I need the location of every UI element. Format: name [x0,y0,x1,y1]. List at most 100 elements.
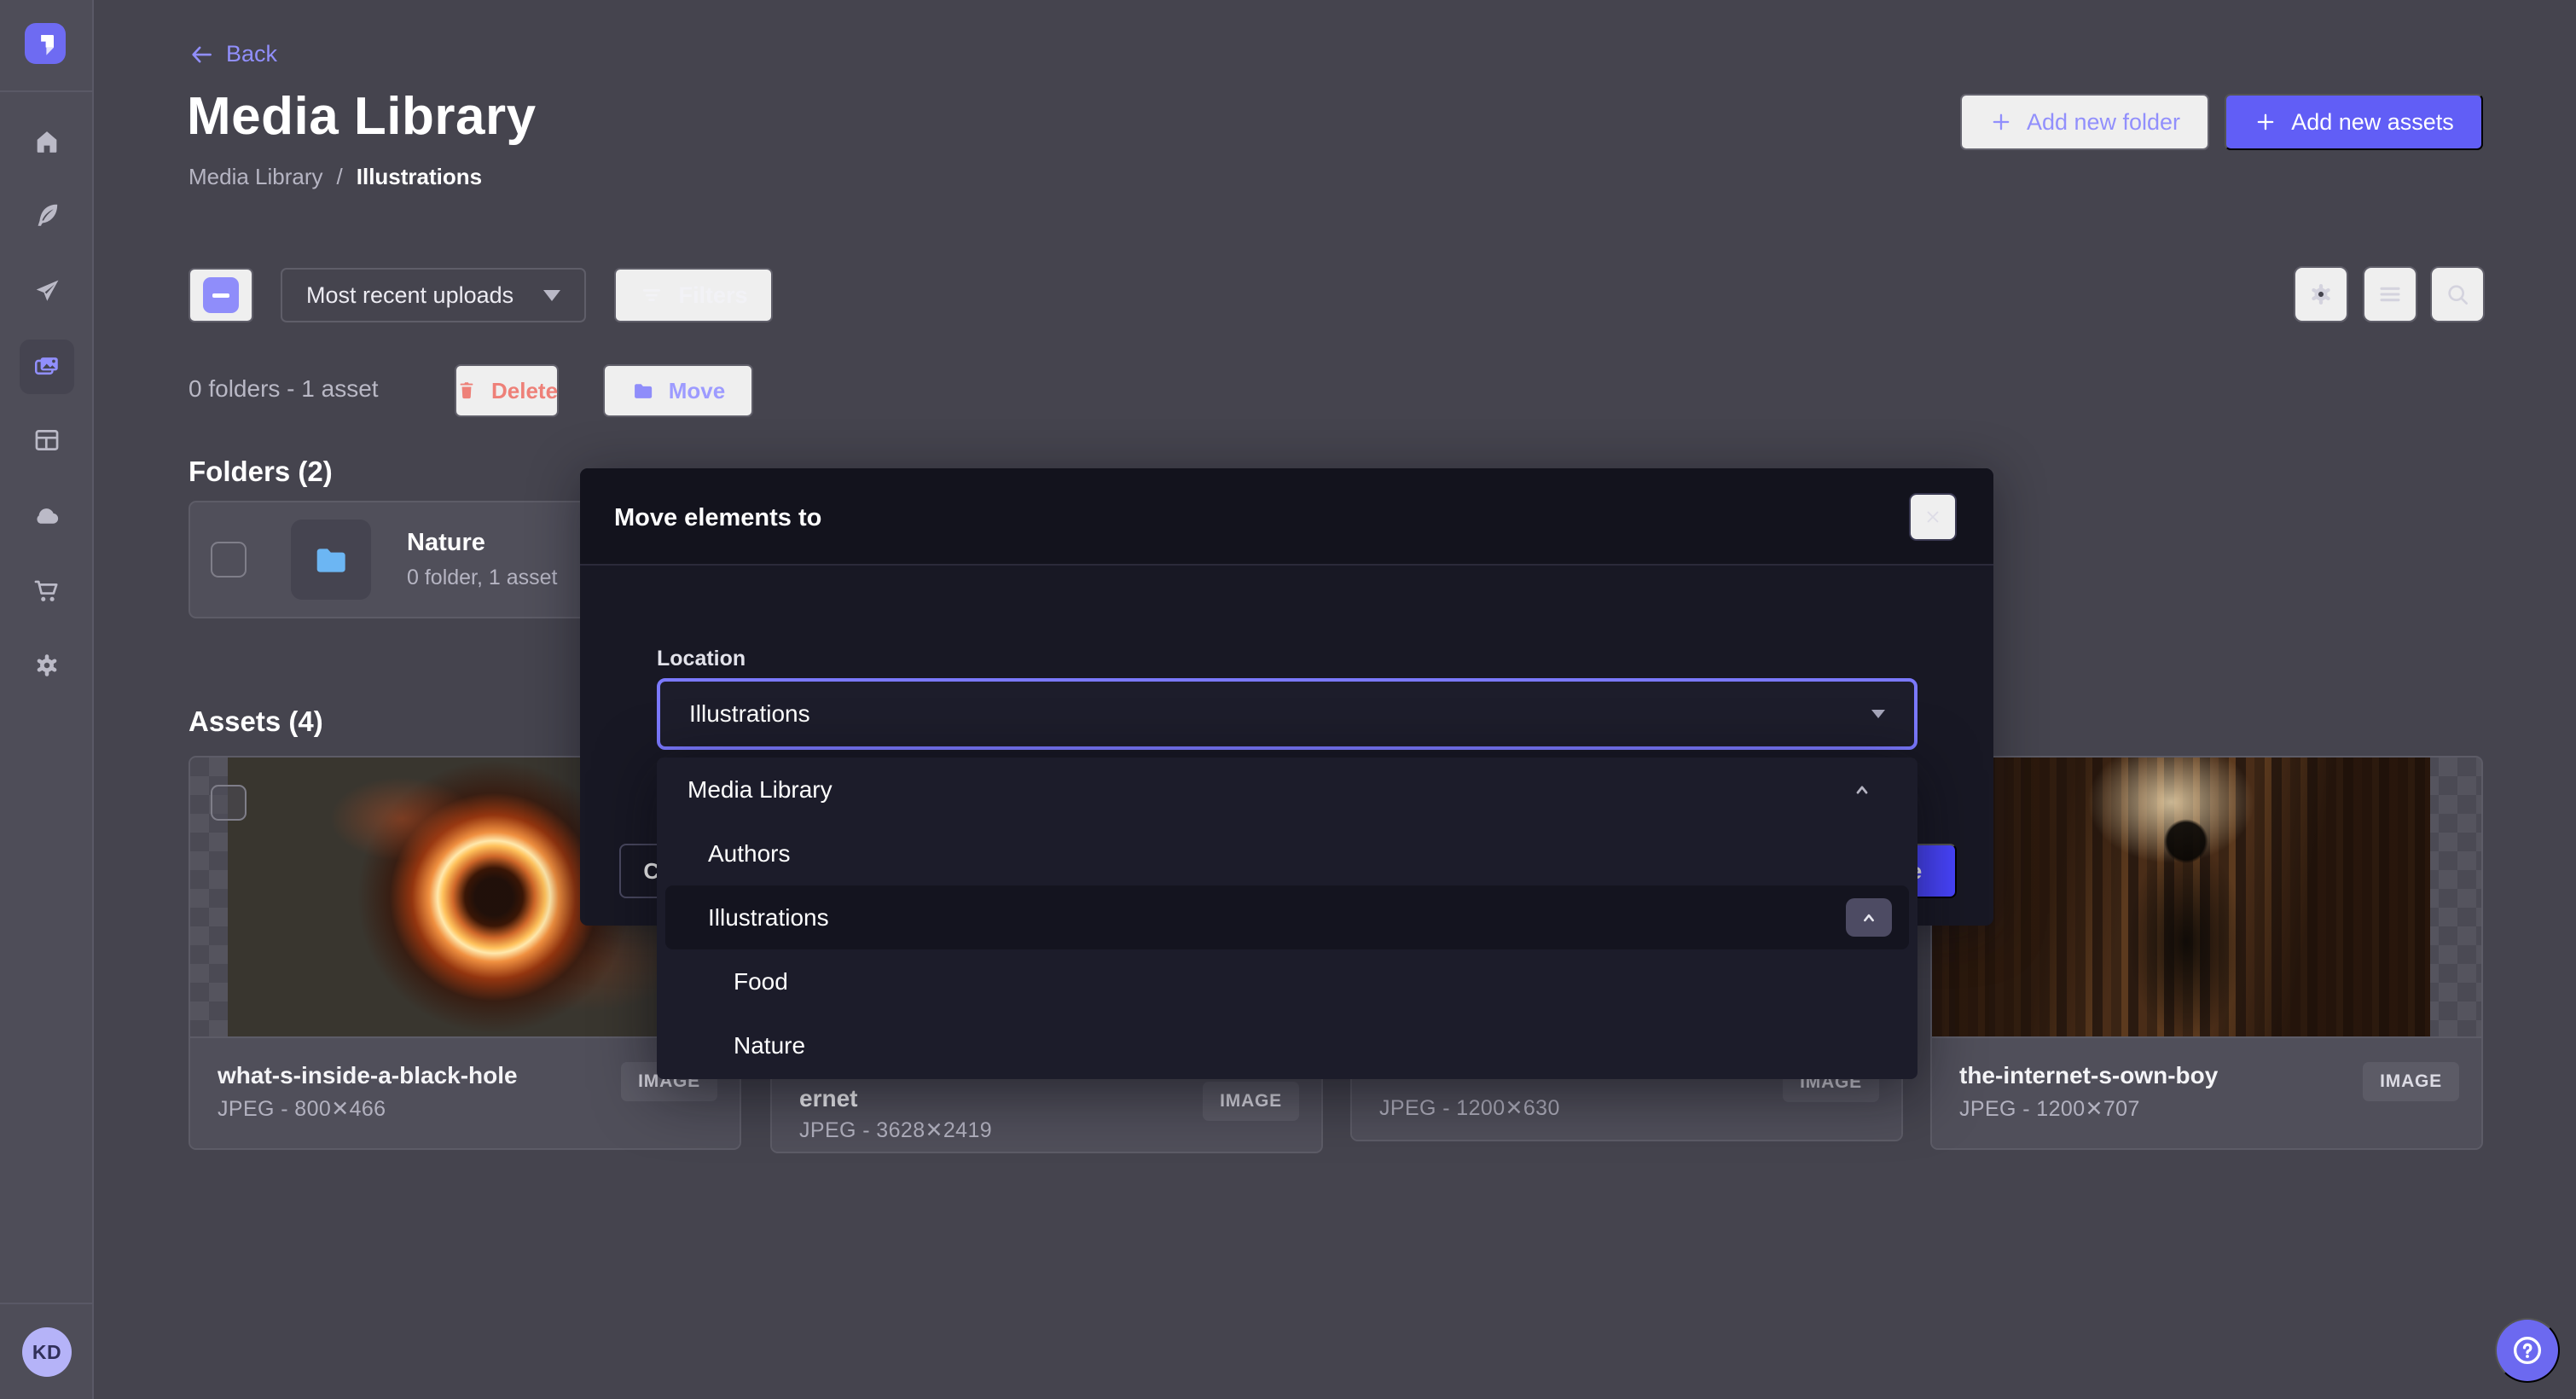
back-label: Back [226,41,277,67]
folders-heading: Folders (2) [189,456,333,488]
sort-select[interactable]: Most recent uploads [281,268,586,322]
sidebar-item-settings[interactable] [20,638,74,693]
dropdown-item-illustrations[interactable]: Illustrations [665,885,1909,949]
chevron-up-icon [1857,906,1881,930]
move-label: Move [669,378,725,404]
sidebar-item-content-manager[interactable] [20,188,74,242]
indeterminate-checkbox[interactable] [203,277,239,313]
breadcrumb-parent[interactable]: Media Library [189,164,323,190]
asset-type-badge: IMAGE [2363,1062,2459,1101]
folder-meta: 0 folder, 1 asset [407,566,558,590]
dropdown-item-label: Food [734,968,788,996]
asset-name: the-internet-s-own-boy [1959,1062,2218,1089]
add-new-folder-button[interactable]: Add new folder [1960,94,2209,150]
media-library-app: KD Back Media Library Media Library / Il… [0,0,2576,1399]
sort-select-value: Most recent uploads [306,282,513,309]
chevron-up-icon[interactable] [1849,777,1875,803]
sidebar-item-marketplace[interactable] [20,564,74,618]
cloud-icon [32,502,61,531]
select-all-checkbox-button[interactable] [189,268,253,322]
asset-thumbnail [1932,758,2481,1036]
help-button[interactable] [2495,1318,2560,1383]
delete-button[interactable]: Delete [455,364,559,417]
back-link[interactable]: Back [189,41,277,67]
sidebar-item-media-library[interactable] [20,340,74,394]
asset-meta: JPEG - 3628✕2419 [799,1117,992,1143]
strapi-logo-icon[interactable] [25,23,66,64]
folder-icon [291,520,371,600]
list-view-button[interactable] [2363,266,2417,322]
sidebar: KD [0,0,94,1399]
modal-title: Move elements to [614,504,821,532]
folder-checkbox[interactable] [211,542,247,578]
list-icon [2376,281,2404,308]
cart-icon [32,577,61,606]
asset-card[interactable]: the-internet-s-own-boy JPEG - 1200✕707 I… [1930,756,2483,1150]
asset-meta: JPEG - 1200✕630 [1379,1095,1560,1121]
folder-icon [631,379,655,403]
dropdown-item-nature[interactable]: Nature [657,1013,1917,1077]
asset-type-badge: IMAGE [1203,1082,1299,1121]
breadcrumb-current: Illustrations [357,164,482,190]
question-mark-icon [2509,1332,2545,1368]
chevron-down-icon [1871,710,1885,718]
location-select-value: Illustrations [689,700,810,728]
dropdown-item-label: Nature [734,1032,805,1059]
grid-settings-button[interactable] [2294,266,2348,322]
add-new-assets-label: Add new assets [2291,109,2454,136]
sidebar-divider [0,1303,94,1304]
filters-button[interactable]: Filters [614,268,773,322]
add-new-folder-label: Add new folder [2027,109,2180,136]
avatar[interactable]: KD [22,1327,72,1377]
sidebar-item-content-type-builder[interactable] [20,413,74,467]
library-photo-image [1932,758,2430,1036]
feather-icon [32,200,61,229]
asset-meta: JPEG - 1200✕707 [1959,1096,2140,1122]
media-library-icon [32,352,61,381]
sidebar-item-releases[interactable] [20,264,74,318]
asset-name: ernet [799,1085,857,1112]
sidebar-divider [0,90,94,92]
gear-icon [32,651,61,680]
avatar-initials: KD [32,1341,61,1364]
arrow-left-icon [189,42,214,67]
assets-heading: Assets (4) [189,705,323,738]
gear-icon [2307,281,2335,308]
dropdown-item-food[interactable]: Food [657,949,1917,1013]
paper-plane-icon [32,276,61,305]
breadcrumb-separator: / [337,164,343,190]
collapse-children-button[interactable] [1846,898,1892,937]
plus-icon [1989,110,2013,134]
filter-icon [639,282,664,308]
home-icon [32,127,61,156]
filters-label: Filters [678,282,747,309]
asset-checkbox[interactable] [211,785,247,821]
location-dropdown: Media Library Authors Illustrations Food… [657,758,1917,1079]
dropdown-item-media-library[interactable]: Media Library [657,758,1917,821]
trash-icon [455,380,478,402]
breadcrumb: Media Library / Illustrations [189,164,482,190]
dropdown-item-label: Illustrations [708,904,829,932]
asset-name: what-s-inside-a-black-hole [218,1062,518,1089]
search-icon [2444,281,2471,308]
close-icon [1923,507,1943,527]
modal-header: Move elements to [580,468,1993,566]
selection-summary: 0 folders - 1 asset [189,375,379,403]
dropdown-item-label: Media Library [688,776,833,804]
dropdown-item-authors[interactable]: Authors [657,821,1917,885]
layout-icon [32,426,61,455]
move-button[interactable]: Move [603,364,753,417]
page-title: Media Library [187,86,537,147]
asset-meta: JPEG - 800✕466 [218,1096,386,1122]
sidebar-item-deploy[interactable] [20,489,74,543]
folder-name[interactable]: Nature [407,529,558,557]
close-button[interactable] [1909,493,1957,541]
chevron-down-icon [543,290,560,301]
location-label: Location [657,647,746,671]
search-button[interactable] [2430,266,2485,322]
location-select[interactable]: Illustrations [657,678,1917,750]
plus-icon [2254,110,2277,134]
dropdown-item-label: Authors [708,840,791,868]
add-new-assets-button[interactable]: Add new assets [2225,94,2483,150]
sidebar-item-home[interactable] [20,114,74,169]
